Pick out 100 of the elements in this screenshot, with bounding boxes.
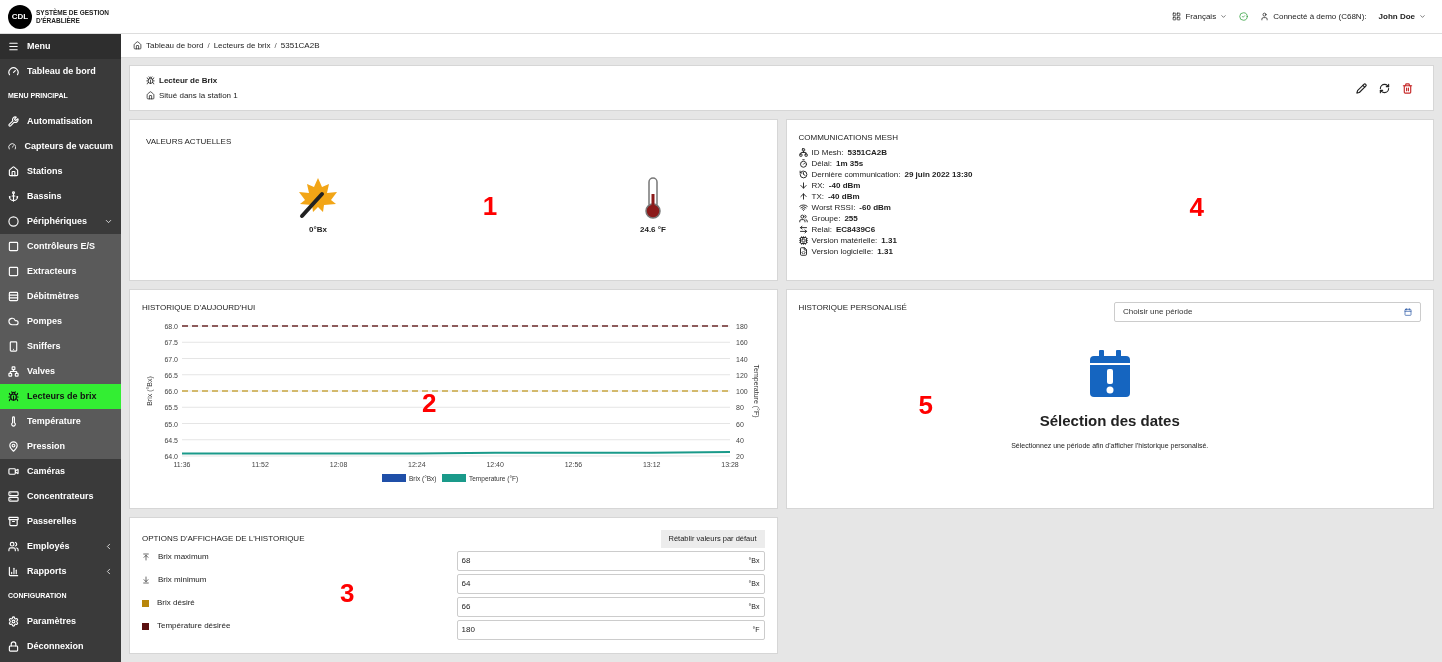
maple-leaf-icon — [296, 176, 340, 220]
panel-title: VALEURS ACTUELLES — [146, 136, 233, 148]
sidebar-item[interactable]: Caméras — [0, 459, 121, 484]
sidebar-item[interactable]: Concentrateurs — [0, 484, 121, 509]
user-menu[interactable]: John Doe — [1378, 10, 1426, 23]
sidebar-item[interactable]: Lecteurs de brix — [0, 384, 121, 409]
sidebar-item[interactable]: Passerelles — [0, 509, 121, 534]
check-icon — [1239, 12, 1249, 21]
sidebar-item[interactable]: Déconnexion — [0, 634, 121, 659]
sidebar-item[interactable]: Menu — [0, 34, 121, 59]
device-location: Situé dans la station 1 — [146, 89, 238, 102]
sidebar-item[interactable]: Contrôleurs E/S — [0, 234, 121, 259]
refresh-icon[interactable] — [1379, 82, 1390, 94]
option-input[interactable]: 180 — [461, 624, 753, 636]
user-icon — [1260, 12, 1270, 21]
thermometer-icon — [8, 416, 19, 427]
legend-swatch — [382, 474, 406, 482]
swap-icon — [798, 225, 808, 234]
sidebar-item[interactable]: Sniffers — [0, 334, 121, 359]
breadcrumb-item[interactable]: Lecteurs de brix — [213, 39, 271, 52]
period-picker[interactable]: Choisir une période — [1114, 302, 1421, 322]
house-icon — [133, 41, 142, 50]
mesh-value: 1m 35s — [835, 157, 864, 170]
mesh-label: TX: — [811, 190, 824, 203]
breadcrumb-item: 5351CA2B — [280, 39, 320, 52]
mesh-label: Délai: — [811, 157, 832, 170]
callout-number: 4 — [1189, 194, 1204, 224]
callout-number: 5 — [918, 390, 933, 420]
pin-icon — [8, 441, 19, 452]
square-icon — [8, 241, 19, 252]
delete-icon[interactable] — [1402, 82, 1413, 94]
sidebar-item[interactable]: Bassins — [0, 184, 121, 209]
mesh-label: ID Mesh: — [811, 146, 844, 159]
bug-icon — [8, 391, 19, 402]
house-icon — [8, 166, 19, 177]
network-icon — [8, 366, 19, 377]
caret-icon — [1220, 13, 1228, 20]
sidebar-item[interactable]: Périphériques — [0, 209, 121, 234]
upper-bound-icon — [142, 553, 150, 561]
sidebar-item[interactable]: Valves — [0, 359, 121, 384]
panel-title: OPTIONS D'AFFICHAGE DE L'HISTORIQUE — [142, 533, 305, 545]
mesh-value: 1.31 — [877, 245, 893, 258]
sidebar-item[interactable]: Température — [0, 409, 121, 434]
edit-icon[interactable] — [1356, 82, 1367, 94]
language-menu[interactable]: Français — [1172, 10, 1228, 23]
mesh-label: Worst RSSI: — [811, 201, 856, 214]
server-icon — [8, 491, 19, 502]
network-icon — [798, 148, 808, 157]
down-arrow-icon — [798, 181, 808, 190]
mesh-label: Relai: — [811, 223, 832, 236]
period-input[interactable]: Choisir une période — [1123, 306, 1404, 318]
calendar-icon — [1404, 308, 1412, 316]
sidebar-item[interactable]: Rapports — [0, 559, 121, 584]
signal-icon — [798, 203, 808, 212]
phone-icon — [8, 341, 19, 352]
sidebar-item[interactable]: Pompes — [0, 309, 121, 334]
mesh-label: Version logicielle: — [811, 245, 874, 258]
option-input[interactable]: 64 — [461, 578, 749, 590]
mesh-label: Groupe: — [811, 212, 841, 225]
gauge-icon — [8, 141, 17, 152]
reading-value: 0°Bx — [309, 224, 327, 236]
device-title: Lecteur de Brix — [146, 74, 238, 87]
panel-title: COMMUNICATIONS MESH — [798, 132, 899, 144]
option-label: Brix minimum — [158, 574, 207, 586]
dashboard-icon — [8, 66, 19, 77]
caret-icon — [1419, 13, 1426, 20]
option-label: Brix désiré — [157, 597, 195, 609]
wrench-icon — [8, 116, 19, 127]
sidebar-item[interactable]: Débitmètres — [0, 284, 121, 309]
sidebar-item[interactable]: Employés — [0, 534, 121, 559]
disc-icon — [8, 216, 19, 227]
history-icon — [798, 170, 808, 179]
sidebar-item[interactable]: Automatisation — [0, 109, 121, 134]
sidebar-item[interactable]: Extracteurs — [0, 259, 121, 284]
breadcrumb-item[interactable]: Tableau de bord — [146, 39, 204, 52]
option-input[interactable]: 68 — [461, 555, 749, 567]
anchor-icon — [8, 191, 19, 202]
breadcrumb-separator: / — [274, 39, 277, 52]
sidebar-item[interactable]: Stations — [0, 159, 121, 184]
mesh-value: 5351CA2B — [847, 146, 888, 159]
mesh-value: EC8439C6 — [835, 223, 876, 236]
mesh-value: -40 dBm — [827, 190, 860, 203]
mesh-value: -60 dBm — [859, 201, 891, 214]
mesh-value: -40 dBm — [828, 179, 861, 192]
sidebar-item[interactable]: Pression — [0, 434, 121, 459]
rows-icon — [8, 291, 19, 302]
sidebar-item[interactable]: Paramètres — [0, 609, 121, 634]
sidebar-item[interactable]: Capteurs de vacuum — [0, 134, 121, 159]
option-input[interactable]: 66 — [461, 601, 749, 613]
people-icon — [798, 214, 808, 223]
chart-icon — [8, 566, 19, 577]
archive-icon — [8, 516, 19, 527]
option-label: Brix maximum — [158, 551, 209, 563]
sidebar-item[interactable]: Tableau de bord — [0, 59, 121, 84]
panel-title: HISTORIQUE D'AUJOURD'HUI — [142, 302, 257, 314]
mesh-label: Dernière communication: — [811, 168, 901, 181]
timer-icon — [798, 159, 808, 168]
grid-icon — [1172, 12, 1182, 21]
callout-number: 3 — [340, 578, 355, 608]
lock-icon — [8, 641, 19, 652]
